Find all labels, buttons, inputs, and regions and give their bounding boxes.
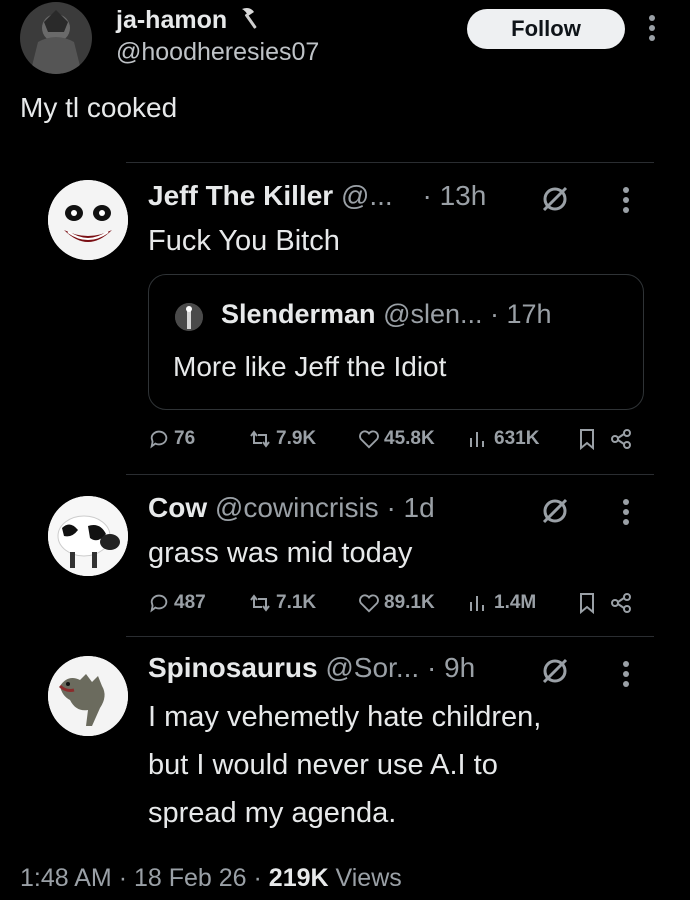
- tweet-text: grass was mid today: [148, 532, 412, 574]
- tweet-time[interactable]: · 13h: [423, 180, 487, 211]
- no-view-icon: [540, 496, 570, 531]
- author-name[interactable]: ja-hamon: [116, 6, 227, 35]
- tweet-time[interactable]: · 9h: [427, 652, 475, 683]
- tweet-text: I may vehemetly hate children, but I wou…: [148, 696, 541, 834]
- repost-count: 7.1K: [276, 592, 317, 613]
- quote-author-handle[interactable]: @slen... · 17h: [383, 299, 552, 329]
- no-view-icon: [540, 184, 570, 219]
- more-icon[interactable]: [648, 14, 656, 47]
- quote-text: More like Jeff the Idiot: [173, 351, 447, 382]
- tweet-avatar-jeff[interactable]: [48, 180, 128, 260]
- tweet-actions: 487 7.1K 89.1K 1.4M: [148, 592, 648, 622]
- repost-icon: [250, 430, 270, 448]
- repost-count: 7.9K: [276, 428, 317, 449]
- separator-dot: ·: [253, 864, 262, 892]
- tweet-author-handle[interactable]: @cowincrisis: [215, 492, 379, 523]
- divider: [126, 636, 654, 637]
- post-date: 18 Feb 26: [133, 864, 247, 892]
- tweet-header: Cow @cowincrisis · 1d: [148, 492, 435, 524]
- tweet-text-line: but I would never use A.I to: [148, 749, 498, 781]
- post-meta: 1:48 AM · 18 Feb 26 · 219K Views: [20, 864, 402, 893]
- like-button[interactable]: 45.8K: [358, 428, 435, 450]
- tweet-avatar-spinosaurus[interactable]: [48, 656, 128, 736]
- tweet-avatar-cow[interactable]: [48, 496, 128, 576]
- post-views-label: Views: [335, 864, 402, 892]
- quote-avatar[interactable]: [175, 303, 203, 331]
- post-text: My tl cooked: [20, 92, 178, 123]
- tweet-author-name[interactable]: Spinosaurus: [148, 652, 318, 683]
- tweet-author-handle[interactable]: @Sor...: [325, 652, 419, 683]
- reply-count: 76: [174, 428, 196, 449]
- divider: [126, 162, 654, 163]
- post-time: 1:48 AM: [20, 864, 112, 892]
- tweet-time[interactable]: · 1d: [386, 492, 434, 523]
- no-view-icon: [540, 656, 570, 691]
- tweet-author-name[interactable]: Jeff The Killer: [148, 180, 333, 211]
- more-icon[interactable]: [622, 660, 630, 693]
- views-icon: [470, 596, 484, 611]
- share-icon[interactable]: [610, 592, 632, 614]
- like-icon: [359, 594, 379, 613]
- views-count: 631K: [494, 428, 540, 449]
- like-count: 45.8K: [384, 428, 435, 449]
- reply-count: 487: [174, 592, 206, 613]
- bookmark-icon[interactable]: [578, 428, 596, 450]
- tweet-text-line: Fuck You Bitch: [148, 225, 340, 257]
- author-avatar[interactable]: [20, 2, 92, 74]
- repost-button[interactable]: 7.1K: [248, 592, 316, 614]
- views-button[interactable]: 631K: [468, 428, 539, 450]
- like-count: 89.1K: [384, 592, 435, 613]
- quote-author-name[interactable]: Slenderman: [221, 299, 376, 329]
- reply-button[interactable]: 76: [148, 428, 195, 450]
- more-icon[interactable]: [622, 498, 630, 531]
- views-icon: [470, 432, 484, 447]
- tweet-text-line: grass was mid today: [148, 537, 413, 569]
- tweet-text-line: spread my agenda.: [148, 797, 397, 829]
- tweet-author-name[interactable]: Cow: [148, 492, 207, 523]
- post-author: ja-hamon @hoodheresies07 Follow: [20, 0, 670, 75]
- author-handle[interactable]: @hoodheresies07: [116, 38, 319, 67]
- reply-button[interactable]: 487: [148, 592, 206, 614]
- tweet-header: Jeff The Killer @... · 13h: [148, 180, 486, 212]
- tweet-header: Spinosaurus @Sor... · 9h: [148, 652, 475, 684]
- reply-icon: [150, 430, 168, 449]
- tweet-actions: 76 7.9K 45.8K 631K: [148, 428, 648, 458]
- views-button[interactable]: 1.4M: [468, 592, 536, 614]
- tweet-text: Fuck You Bitch: [148, 220, 340, 262]
- quote-header: Slenderman @slen... · 17h: [221, 299, 552, 330]
- reply-icon: [150, 594, 168, 613]
- post-views-count[interactable]: 219K: [269, 864, 329, 892]
- separator-dot: ·: [118, 864, 128, 892]
- like-button[interactable]: 89.1K: [358, 592, 435, 614]
- divider: [126, 474, 654, 475]
- quoted-tweet[interactable]: Slenderman @slen... · 17h More like Jeff…: [148, 274, 644, 410]
- more-icon[interactable]: [622, 186, 630, 219]
- views-count: 1.4M: [494, 592, 537, 613]
- follow-button[interactable]: Follow: [467, 9, 625, 49]
- repost-icon: [250, 594, 270, 612]
- bookmark-icon[interactable]: [578, 592, 596, 614]
- repost-button[interactable]: 7.9K: [248, 428, 316, 450]
- like-icon: [359, 430, 379, 449]
- axe-icon: [238, 6, 260, 35]
- share-icon[interactable]: [610, 428, 632, 450]
- tweet-author-handle[interactable]: @...: [341, 180, 393, 211]
- tweet-text-line: I may vehemetly hate children,: [148, 701, 542, 733]
